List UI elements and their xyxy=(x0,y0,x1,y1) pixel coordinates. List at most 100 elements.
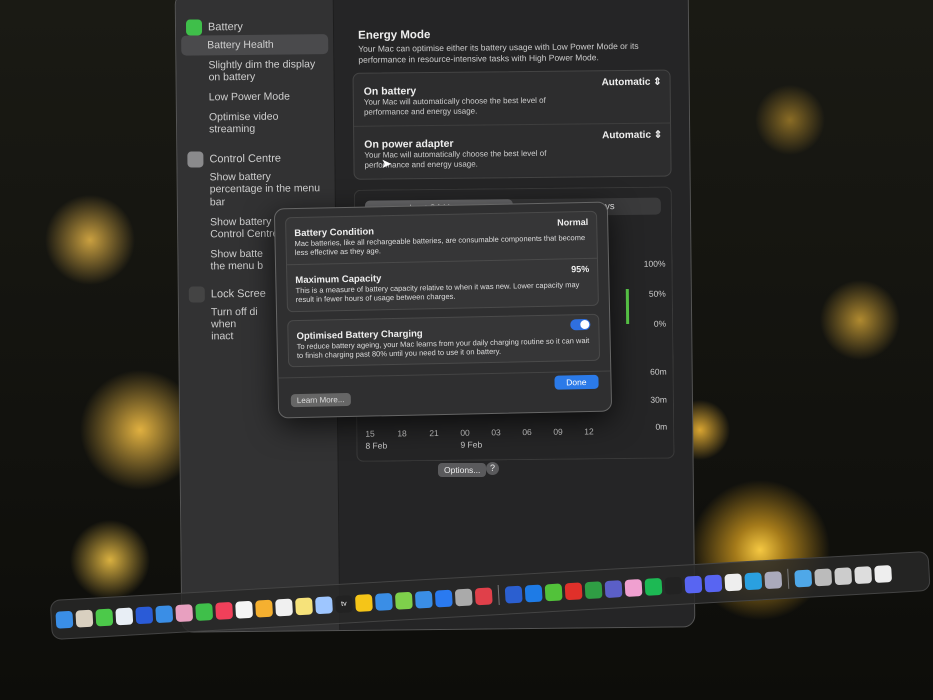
dock-app-icon[interactable] xyxy=(744,571,763,590)
dock-app-icon[interactable] xyxy=(414,590,433,609)
dock-app-icon[interactable] xyxy=(155,604,174,623)
x-tick: 12 xyxy=(584,426,594,437)
dock-app-icon[interactable] xyxy=(95,608,114,627)
dock-app-icon[interactable] xyxy=(664,576,683,595)
sidebar-item-show-battery[interactable]: Show batte the menu b xyxy=(178,243,278,276)
dock-app-icon[interactable] xyxy=(834,566,853,585)
dock-separator xyxy=(497,584,500,606)
group-label: Battery xyxy=(207,20,243,34)
dock-app-icon[interactable] xyxy=(55,610,74,629)
y-tick: 0m xyxy=(655,421,668,432)
chevron-updown-icon: ⇕ xyxy=(653,76,662,88)
sidebar-item-low-power[interactable]: Low Power Mode xyxy=(177,86,334,108)
sidebar-group-control-centre[interactable]: Control Centre xyxy=(187,150,334,168)
energy-mode-card: On battery Your Mac will automatically c… xyxy=(352,69,672,181)
apple-tv-icon[interactable]: tv xyxy=(334,594,353,613)
sidebar-item-battery-percentage[interactable]: Show battery percentage in the menu bar xyxy=(177,166,334,212)
battery-condition-value: Normal xyxy=(557,216,589,228)
dock-app-icon[interactable] xyxy=(584,580,603,599)
dock-app-icon[interactable] xyxy=(874,564,893,583)
dock-app-icon[interactable] xyxy=(504,585,523,604)
on-power-adapter-row: On power adapter Your Mac will automatic… xyxy=(354,122,671,180)
y-tick: 0% xyxy=(653,318,667,329)
y-tick: 50% xyxy=(648,288,666,300)
chevron-updown-icon: ⇕ xyxy=(653,129,663,141)
y-tick: 100% xyxy=(643,258,666,270)
battery-health-dialog: Battery Condition Mac batteries, like al… xyxy=(273,201,613,419)
dock-app-icon[interactable] xyxy=(275,598,293,616)
dock-app-icon[interactable] xyxy=(235,600,254,619)
select-value: Automatic xyxy=(602,129,652,142)
on-battery-select[interactable]: Automatic ⇕ xyxy=(601,77,661,89)
y-tick: 30m xyxy=(650,394,668,405)
row-description: Your Mac will automatically choose the b… xyxy=(364,149,547,170)
energy-mode-description: Your Mac can optimise either its battery… xyxy=(358,40,639,65)
optimised-charging-row: Optimised Battery Charging To reduce bat… xyxy=(288,314,599,366)
group-label: Lock Scree xyxy=(210,287,266,301)
dock-app-icon[interactable] xyxy=(564,581,583,600)
done-button[interactable]: Done xyxy=(554,374,599,390)
dock-separator xyxy=(787,568,790,589)
dock-app-icon[interactable] xyxy=(684,575,703,594)
optimised-charging-card: Optimised Battery Charging To reduce bat… xyxy=(287,313,601,368)
dock-app-icon[interactable] xyxy=(374,592,393,611)
dock-app-icon[interactable] xyxy=(704,574,723,592)
battery-icon xyxy=(185,19,203,36)
dock-app-icon[interactable] xyxy=(215,601,234,620)
energy-mode-title: Energy Mode xyxy=(358,29,431,42)
dock-app-icon[interactable] xyxy=(354,593,373,612)
control-centre-icon xyxy=(187,151,204,168)
sidebar-item-battery-health[interactable]: Battery Health xyxy=(181,34,329,56)
dock-app-icon[interactable] xyxy=(604,579,623,598)
dock-app-icon[interactable] xyxy=(135,605,154,624)
sidebar-item-turn-off-display[interactable]: Turn off di when inact xyxy=(179,302,269,347)
dock-app-icon[interactable] xyxy=(794,569,813,587)
dock-app-icon[interactable] xyxy=(624,578,643,597)
dock-app-icon[interactable] xyxy=(255,599,274,618)
dock-app-icon[interactable] xyxy=(454,587,473,606)
learn-more-button[interactable]: Learn More... xyxy=(290,392,351,408)
date-label: 8 Feb xyxy=(365,440,388,451)
select-value: Automatic xyxy=(601,76,651,89)
lock-icon xyxy=(188,286,205,303)
maximum-capacity-value: 95% xyxy=(571,263,590,275)
dock-app-icon[interactable] xyxy=(434,589,453,608)
x-tick: 03 xyxy=(491,427,501,438)
maximum-capacity-row: Maximum Capacity This is a measure of ba… xyxy=(287,257,598,311)
help-button[interactable]: ? xyxy=(486,462,499,475)
dock-app-icon[interactable] xyxy=(115,606,134,625)
dock-app-icon[interactable] xyxy=(295,596,313,615)
dock-app-icon[interactable] xyxy=(764,570,783,589)
mouse-cursor-icon: ➤ xyxy=(381,156,392,171)
x-tick: 21 xyxy=(429,428,439,439)
sidebar-item-dim-display[interactable]: Slightly dim the display on battery xyxy=(176,54,333,88)
dock-app-icon[interactable] xyxy=(75,609,94,628)
dock-app-icon[interactable] xyxy=(394,591,413,610)
dock-app-icon[interactable] xyxy=(175,603,194,622)
sidebar-item-video-streaming[interactable]: Optimise video streaming xyxy=(177,106,334,140)
on-power-adapter-select[interactable]: Automatic ⇕ xyxy=(602,130,662,142)
dock-app-icon[interactable] xyxy=(474,586,493,605)
x-tick: 15 xyxy=(365,428,375,439)
x-tick: 00 xyxy=(460,427,470,438)
dock-app-icon[interactable] xyxy=(724,572,743,591)
dock-app-icon[interactable] xyxy=(854,565,873,584)
x-tick: 06 xyxy=(522,427,532,438)
sidebar-group-battery[interactable]: Battery xyxy=(185,18,333,36)
row-description: Your Mac will automatically choose the b… xyxy=(363,96,546,117)
x-tick: 18 xyxy=(397,428,407,439)
optimised-charging-toggle[interactable] xyxy=(570,318,591,330)
dock-app-icon[interactable] xyxy=(314,595,333,614)
on-battery-row: On battery Your Mac will automatically c… xyxy=(354,71,671,126)
dock-app-icon[interactable] xyxy=(195,602,214,621)
dock-app-icon[interactable] xyxy=(524,584,543,603)
x-tick: 09 xyxy=(553,426,563,438)
options-button[interactable]: Options... xyxy=(438,463,487,477)
dock-app-icon[interactable] xyxy=(814,567,833,586)
dialog-footer: Learn More... Done xyxy=(278,370,612,418)
group-label: Control Centre xyxy=(209,152,282,166)
dock-app-icon[interactable] xyxy=(544,582,563,601)
date-label: 9 Feb xyxy=(460,439,483,450)
dock-app-icon[interactable] xyxy=(644,577,663,596)
battery-level-bar xyxy=(625,289,630,325)
